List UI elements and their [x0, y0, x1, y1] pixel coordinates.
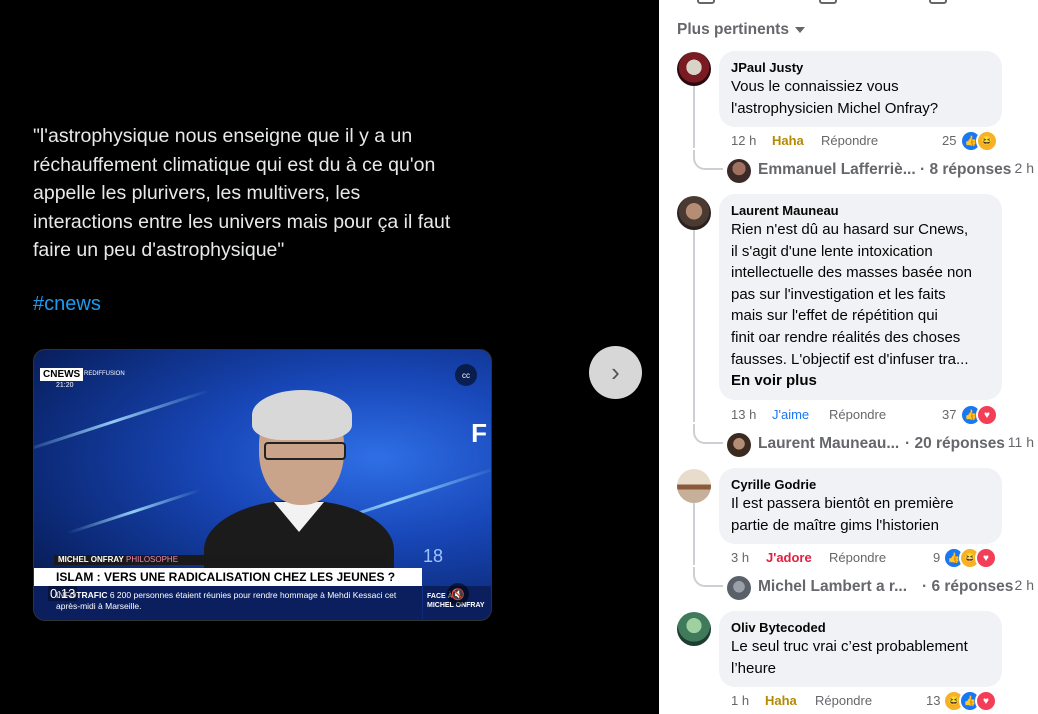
thread-line	[693, 503, 695, 565]
haha-icon: 😆	[976, 130, 998, 152]
mute-icon[interactable]: 🔇	[447, 583, 469, 605]
thread-line	[693, 86, 695, 148]
replies-count: · 6 réponses	[922, 578, 1014, 595]
next-media-button[interactable]: ›	[589, 346, 642, 399]
comment-author[interactable]: Cyrille Godrie	[731, 476, 990, 493]
reply-author: Laurent Mauneau...	[758, 435, 900, 452]
partial-icon	[929, 0, 947, 4]
comment-text: Le seul truc vrai c’est probablement l’h…	[731, 638, 968, 677]
love-icon: ♥	[975, 690, 997, 712]
comment-author[interactable]: Oliv Bytecoded	[731, 619, 990, 636]
thread-curve	[693, 567, 723, 587]
comment-author[interactable]: JPaul Justy	[731, 59, 990, 76]
captions-icon[interactable]: cc	[455, 364, 477, 386]
video-player[interactable]: F 18 CNEWS REDIFFUSION 21:20 cc MICHEL O…	[33, 349, 492, 621]
comments-panel: Plus pertinents JPaul Justy Vous le conn…	[659, 0, 1038, 714]
comment-text: Vous le connaissiez vous l'astrophysicie…	[731, 78, 939, 117]
avatar[interactable]	[677, 612, 711, 646]
reply-time: 2 h	[1014, 160, 1034, 176]
top-action-icons	[659, 0, 1038, 4]
comment-text: Rien n'est dû au hasard sur Cnews, il s'…	[731, 221, 972, 368]
thread-line	[693, 230, 695, 422]
love-icon: ♥	[975, 547, 997, 569]
reply-time: 11 h	[1007, 434, 1034, 450]
reaction-button[interactable]: J'aime	[772, 407, 809, 422]
comment-bubble: Laurent Mauneau Rien n'est dû au hasard …	[719, 194, 1002, 400]
studio-number: 18	[422, 546, 443, 566]
replies-preview[interactable]: Michel Lambert a r... · 6 réponses 2 h	[727, 575, 1038, 601]
comment-sort-dropdown[interactable]: Plus pertinents	[677, 21, 805, 39]
avatar[interactable]	[677, 469, 711, 503]
comment-time[interactable]: 12 h	[731, 133, 756, 148]
hashtag-link[interactable]: #cnews	[33, 293, 101, 316]
studio-letter: F	[471, 418, 487, 448]
channel-logo: CNEWS	[40, 368, 84, 381]
comment-time[interactable]: 3 h	[731, 550, 749, 565]
reply-button[interactable]: Répondre	[829, 550, 886, 565]
speaker-glasses	[264, 442, 346, 460]
reaction-count[interactable]: 25	[942, 133, 956, 148]
reply-author: Michel Lambert a r...	[758, 578, 908, 595]
sort-label: Plus pertinents	[677, 21, 789, 38]
comment-bubble: Cyrille Godrie Il est passera bientôt en…	[719, 468, 1002, 544]
partial-icon	[697, 0, 715, 4]
comment-author[interactable]: Laurent Mauneau	[731, 202, 990, 219]
thread-curve	[693, 424, 723, 444]
replies-preview[interactable]: Emmanuel Lafferriè... · 8 réponses 2 h	[727, 158, 1038, 184]
video-timestamp: 0:13	[48, 586, 78, 601]
comment-time[interactable]: 1 h	[731, 693, 749, 708]
guest-role: PHILOSOPHE	[126, 555, 179, 564]
replies-count: · 8 réponses	[920, 161, 1012, 178]
reply-author: Emmanuel Lafferriè...	[758, 161, 916, 178]
reply-avatar	[727, 433, 751, 457]
partial-icon	[819, 0, 837, 4]
reaction-button[interactable]: Haha	[765, 693, 797, 708]
channel-subtitle: REDIFFUSION	[84, 371, 125, 377]
channel-clock: 21:20	[56, 382, 74, 389]
avatar[interactable]	[677, 52, 711, 86]
reply-avatar	[727, 576, 751, 600]
speaker-figure	[204, 390, 394, 600]
ticker-text: 6 200 personnes étaient réunies pour ren…	[56, 590, 397, 611]
lower-third-name: MICHEL ONFRAY PHILOSOPHE	[54, 555, 388, 565]
lower-third-headline: ISLAM : VERS UNE RADICALISATION CHEZ LES…	[34, 568, 422, 586]
speaker-hair	[252, 390, 352, 440]
reaction-button[interactable]: J'adore	[766, 550, 812, 565]
avatar[interactable]	[677, 196, 711, 230]
reaction-count[interactable]: 37	[942, 407, 956, 422]
news-ticker: INFOTRAFIC 6 200 personnes étaient réuni…	[34, 586, 422, 620]
comment-time[interactable]: 13 h	[731, 407, 756, 422]
replies-preview[interactable]: Laurent Mauneau... · 20 réponses 11 h	[727, 432, 1038, 458]
guest-name: MICHEL ONFRAY	[58, 555, 124, 564]
thread-curve	[693, 150, 723, 170]
post-quote-text: "l'astrophysique nous enseigne que il y …	[33, 125, 451, 261]
see-more-link[interactable]: En voir plus	[731, 370, 990, 392]
comment-bubble: Oliv Bytecoded Le seul truc vrai c’est p…	[719, 611, 1002, 687]
reply-time: 2 h	[1014, 577, 1034, 593]
caret-down-icon	[794, 26, 805, 33]
reaction-count[interactable]: 13	[926, 693, 940, 708]
post-media-panel: "l'astrophysique nous enseigne que il y …	[0, 0, 659, 714]
reply-button[interactable]: Répondre	[821, 133, 878, 148]
comment-bubble: JPaul Justy Vous le connaissiez vous l'a…	[719, 51, 1002, 127]
love-icon: ♥	[976, 404, 998, 426]
reply-button[interactable]: Répondre	[829, 407, 886, 422]
reply-avatar	[727, 159, 751, 183]
background-streak	[66, 488, 202, 535]
reply-button[interactable]: Répondre	[815, 693, 872, 708]
reaction-count[interactable]: 9	[933, 550, 940, 565]
reaction-button[interactable]: Haha	[772, 133, 804, 148]
comment-text: Il est passera bientôt en première parti…	[731, 495, 954, 534]
background-streak	[34, 389, 210, 454]
replies-count: · 20 réponses	[905, 435, 1005, 452]
